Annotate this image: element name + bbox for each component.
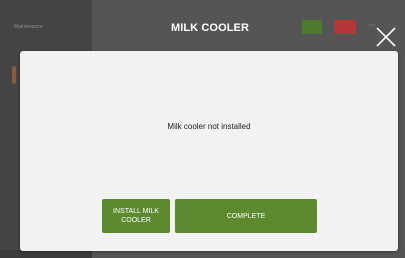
- background-accent: [12, 66, 16, 84]
- status-message: Milk cooler not installed: [167, 122, 251, 131]
- milk-cooler-dialog: Milk cooler not installed INSTALL MILK C…: [20, 51, 398, 251]
- close-button[interactable]: [375, 26, 397, 48]
- close-icon: [376, 27, 396, 47]
- install-milk-cooler-label: INSTALL MILK COOLER: [113, 208, 159, 224]
- background-header-hint: Low: [367, 22, 375, 27]
- page-title: MILK COOLER: [170, 22, 250, 34]
- background-red-button: [334, 20, 356, 34]
- complete-label: COMPLETE: [226, 212, 266, 220]
- background-bottom-bar: [0, 250, 92, 258]
- background-sidebar-item: Maintenance: [14, 24, 43, 30]
- install-milk-cooler-button[interactable]: INSTALL MILK COOLER: [102, 199, 170, 233]
- complete-button[interactable]: COMPLETE: [175, 199, 317, 233]
